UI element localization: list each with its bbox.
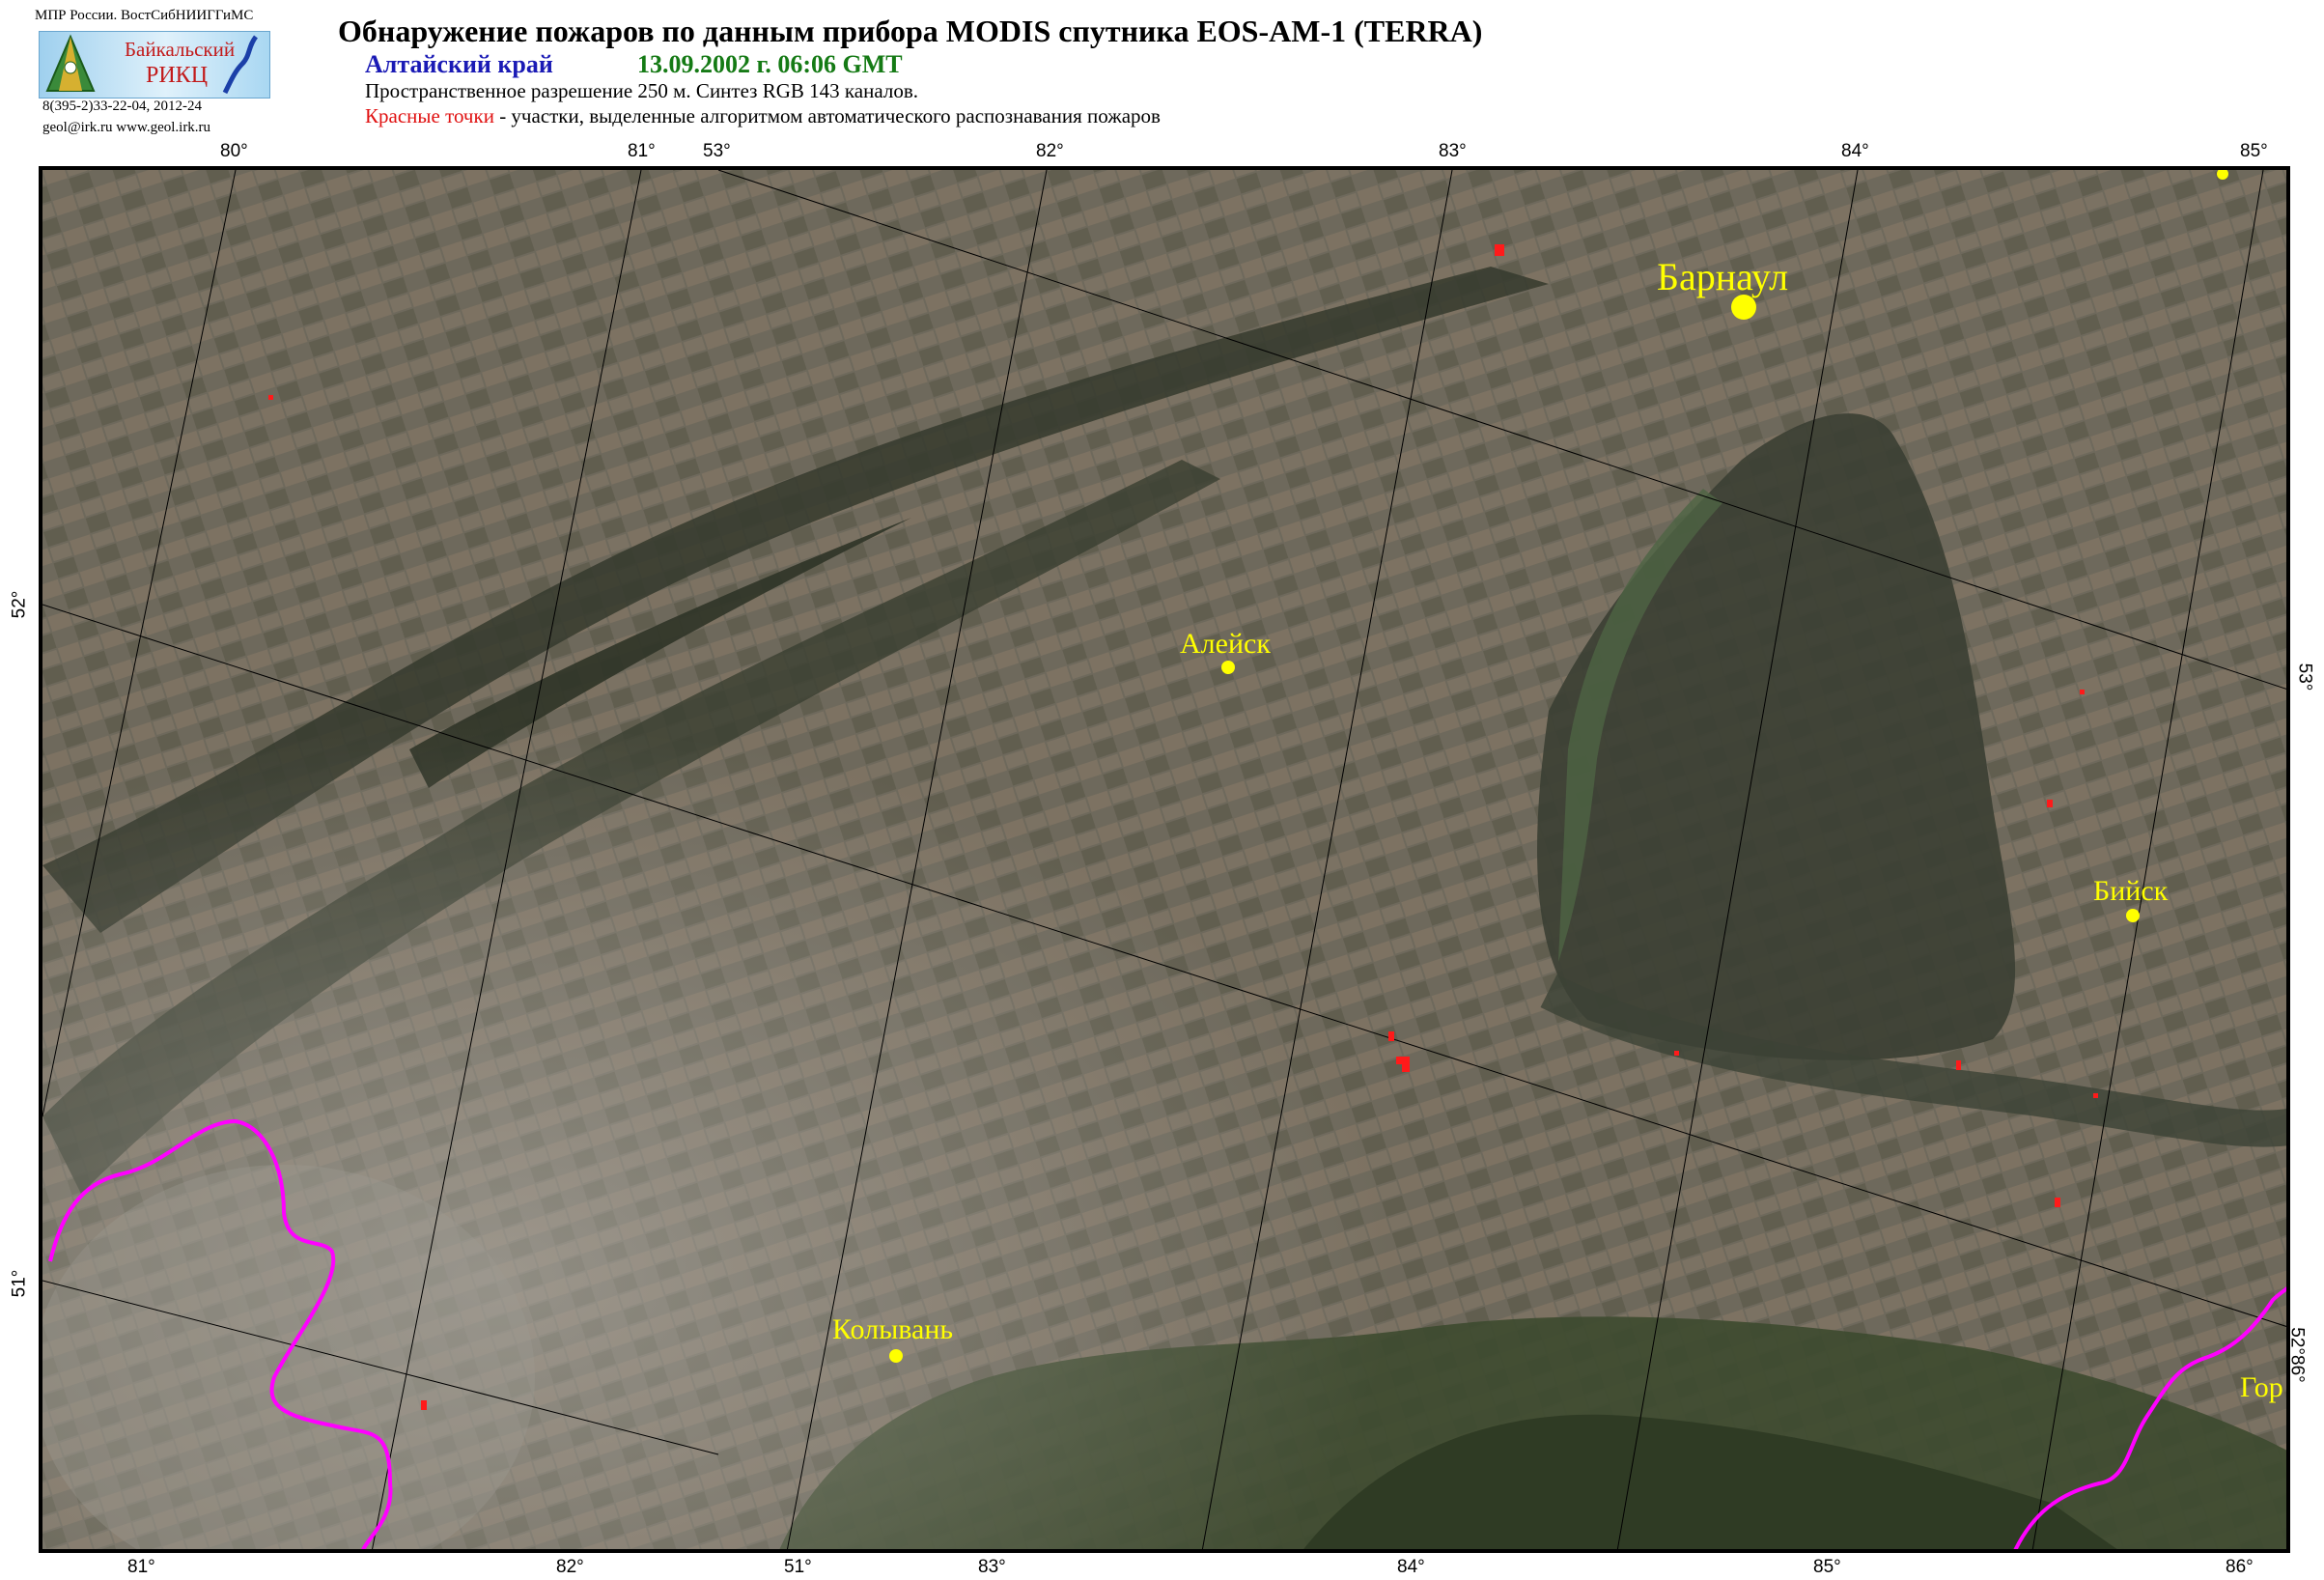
tick-top-4: 83° [1439, 141, 1467, 161]
tick-top-2: 53° [703, 141, 731, 161]
resolution-label: Пространственное разрешение 250 м. Синте… [365, 79, 918, 102]
city-label-barnaul: Барнаул [1657, 255, 1788, 298]
tick-right-0: 53° [2294, 663, 2315, 691]
satellite-map[interactable]: Барнаул Алейск Бийск Колывань Гор [39, 166, 2290, 1553]
tick-bottom-4: 84° [1397, 1557, 1425, 1577]
logo-emblem-icon [45, 34, 96, 92]
city-label-aleysk: Алейск [1180, 628, 1271, 660]
tick-bottom-6: 86° [2226, 1557, 2254, 1577]
map-header: МПР России. ВостСибНИИГГиМС Байкальский … [0, 0, 2324, 164]
fire-point[interactable] [1495, 244, 1504, 256]
city-label-gorno: Гор [2240, 1371, 2283, 1403]
tick-bottom-3: 83° [978, 1557, 1006, 1577]
fire-point[interactable] [2047, 800, 2053, 807]
city-dot-kolyvan[interactable] [889, 1349, 903, 1363]
region-label: Алтайский край [365, 50, 553, 78]
tick-top-3: 82° [1036, 141, 1064, 161]
tick-top-1: 81° [628, 141, 656, 161]
email-label: geol@irk.ru www.geol.irk.ru [42, 120, 211, 135]
tick-left-0: 52° [9, 590, 30, 619]
tick-top-6: 85° [2240, 141, 2268, 161]
page-title: Обнаружение пожаров по данным прибора MO… [338, 14, 1483, 48]
logo-text-2: РИКЦ [146, 63, 209, 88]
tick-top-5: 84° [1841, 141, 1869, 161]
tick-bottom-5: 85° [1813, 1557, 1841, 1577]
fire-point[interactable] [1956, 1060, 1961, 1070]
logo: Байкальский РИКЦ [39, 31, 270, 99]
organization-label: МПР России. ВостСибНИИГГиМС [35, 8, 254, 23]
legend-text: - участки, выделенные алгоритмом автомат… [493, 104, 1161, 127]
legend: Красные точки - участки, выделенные алго… [365, 104, 1161, 128]
fire-point[interactable] [1396, 1057, 1410, 1064]
datetime-label: 13.09.2002 г. 06:06 GMT [637, 50, 903, 78]
fire-point[interactable] [2080, 690, 2085, 694]
fire-point[interactable] [1674, 1051, 1679, 1056]
fire-point[interactable] [2055, 1198, 2060, 1207]
tick-bottom-1: 82° [556, 1557, 584, 1577]
tick-bottom-2: 51° [784, 1557, 812, 1577]
phone-label: 8(395-2)33-22-04, 2012-24 [42, 99, 202, 114]
fire-point[interactable] [421, 1400, 427, 1410]
city-dot-biysk[interactable] [2126, 909, 2140, 922]
baikal-outline-icon [222, 35, 259, 95]
fire-point[interactable] [268, 395, 273, 400]
city-label-kolyvan: Колывань [832, 1313, 953, 1345]
tick-top-0: 80° [220, 141, 248, 161]
city-dot-aleysk[interactable] [1221, 661, 1235, 674]
tick-bottom-0: 81° [127, 1557, 155, 1577]
legend-red-label: Красные точки [365, 104, 494, 127]
city-label-biysk: Бийск [2093, 875, 2169, 907]
tick-left-1: 51° [9, 1269, 30, 1298]
fire-point[interactable] [2093, 1093, 2098, 1098]
map-canvas: Барнаул Алейск Бийск Колывань Гор [42, 170, 2286, 1549]
fire-point[interactable] [1402, 1064, 1410, 1072]
fire-point[interactable] [1388, 1031, 1394, 1041]
